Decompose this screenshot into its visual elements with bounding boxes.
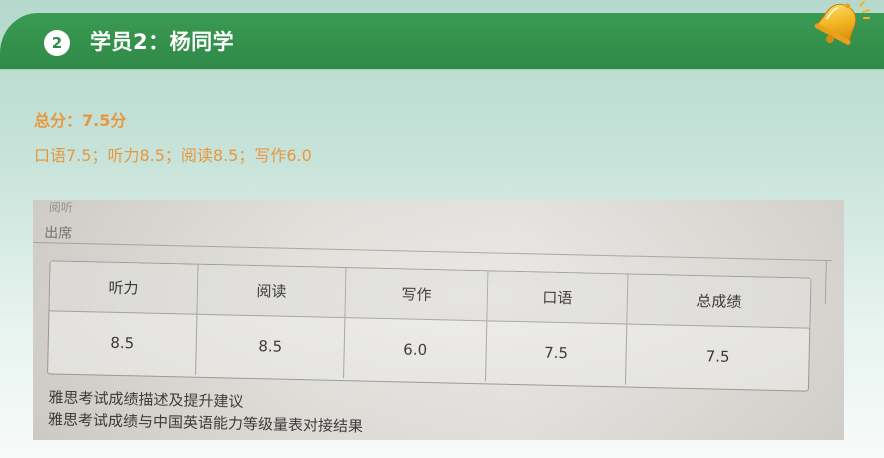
frame-divider-right	[824, 260, 827, 305]
report-link-text: 雅思考试成绩描述及提升建议	[48, 388, 244, 411]
score-report-photo: 阅听 出席 听力 阅读 写作 口语 总成绩 8.5 8.5 6.0 7.5 7.…	[33, 200, 844, 440]
attendance-label: 出席	[44, 225, 73, 242]
bell-icon	[814, 1, 870, 45]
table-value-cell: 6.0	[344, 318, 488, 382]
faint-heading: 阅听	[48, 200, 74, 215]
section-number-badge: 2	[44, 30, 70, 56]
frame-divider	[33, 241, 832, 262]
section-title: 学员2：杨同学	[90, 30, 235, 54]
table-value-cell: 8.5	[196, 314, 346, 379]
table-header-cell: 写作	[345, 268, 489, 322]
table-value-cell: 7.5	[486, 321, 628, 385]
report-link-text: 雅思考试成绩与中国英语能力等级量表对接结果	[47, 410, 364, 436]
table-header-cell: 阅读	[197, 264, 347, 319]
table-value-cell: 8.5	[48, 311, 198, 375]
table-header-cell: 总成绩	[627, 274, 811, 329]
table-value-cell: 7.5	[705, 347, 730, 366]
table-header-cell: 听力	[49, 261, 199, 315]
total-score: 总分：7.5分	[34, 111, 127, 130]
score-table: 听力 阅读 写作 口语 总成绩 8.5 8.5 6.0 7.5 7.5	[47, 260, 812, 392]
score-breakdown: 口语7.5；听力8.5；阅读8.5；写作6.0	[34, 146, 312, 165]
table-header-cell: 口语	[487, 271, 629, 325]
